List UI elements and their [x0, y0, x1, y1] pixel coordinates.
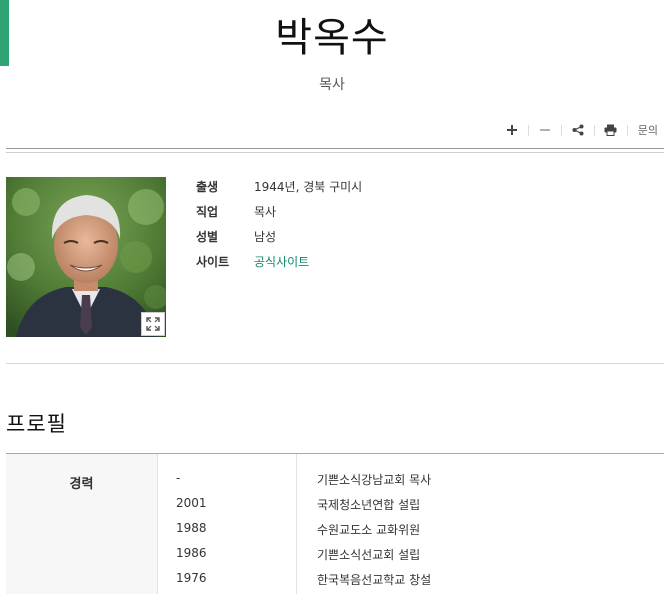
section-title: 프로필 [6, 412, 67, 436]
header-divider [6, 148, 664, 153]
info-key: 출생 [196, 180, 219, 194]
toolbar-divider [527, 124, 529, 136]
table-row: 1986 기쁜소식선교회 설립 [6, 546, 664, 571]
inquiry-link[interactable]: 문의 [638, 122, 658, 138]
career-desc: 한국복음선교학교 창설 [317, 573, 432, 587]
info-row-site: 사이트 공식사이트 [196, 249, 362, 274]
info-value: 남성 [254, 230, 277, 244]
profile-info: 출생 1944년, 경북 구미시 직업 목사 성별 남성 사이트 공식사이트 [196, 174, 362, 274]
toolbar-divider [626, 124, 628, 136]
minus-icon[interactable] [535, 120, 555, 140]
table-row: 1976 한국복음선교학교 창설 [6, 571, 664, 594]
info-value: 1944년, 경북 구미시 [254, 180, 363, 194]
toolbar-divider [593, 124, 595, 136]
career-year: 1986 [176, 546, 207, 560]
info-row-gender: 성별 남성 [196, 224, 362, 249]
expand-icon[interactable] [141, 312, 165, 336]
table-row: 1988 수원교도소 교화위원 [6, 521, 664, 546]
career-desc: 기쁜소식선교회 설립 [317, 548, 421, 562]
table-row: - 기쁜소식강남교회 목사 [6, 471, 664, 496]
info-key: 직업 [196, 205, 219, 219]
info-row-birth: 출생 1944년, 경북 구미시 [196, 174, 362, 199]
toolbar: 문의 [502, 120, 658, 140]
section-divider [6, 363, 664, 364]
career-year: 1976 [176, 571, 207, 585]
share-icon[interactable] [568, 120, 588, 140]
info-key: 사이트 [196, 255, 230, 269]
career-table: 경력 - 기쁜소식강남교회 목사 2001 국제청소년연합 설립 1988 수원… [6, 453, 664, 594]
career-desc: 수원교도소 교화위원 [317, 523, 421, 537]
info-key: 성별 [196, 230, 219, 244]
profile-photo[interactable] [6, 177, 166, 337]
official-site-link[interactable]: 공식사이트 [254, 253, 309, 270]
career-year: 2001 [176, 496, 207, 510]
info-row-job: 직업 목사 [196, 199, 362, 224]
plus-icon[interactable] [502, 120, 522, 140]
page-subtitle: 목사 [319, 77, 345, 93]
toolbar-divider [560, 124, 562, 136]
page-title: 박옥수 [275, 15, 389, 61]
print-icon[interactable] [601, 120, 621, 140]
page: 박옥수 목사 문의 출생 1944년, 경북 구미시 직업 목사 성별 남성 사… [0, 0, 664, 594]
career-desc: 기쁜소식강남교회 목사 [317, 473, 432, 487]
career-year: 1988 [176, 521, 207, 535]
career-year: - [176, 471, 181, 485]
career-desc: 국제청소년연합 설립 [317, 498, 421, 512]
info-value: 목사 [254, 205, 277, 219]
table-row: 2001 국제청소년연합 설립 [6, 496, 664, 521]
